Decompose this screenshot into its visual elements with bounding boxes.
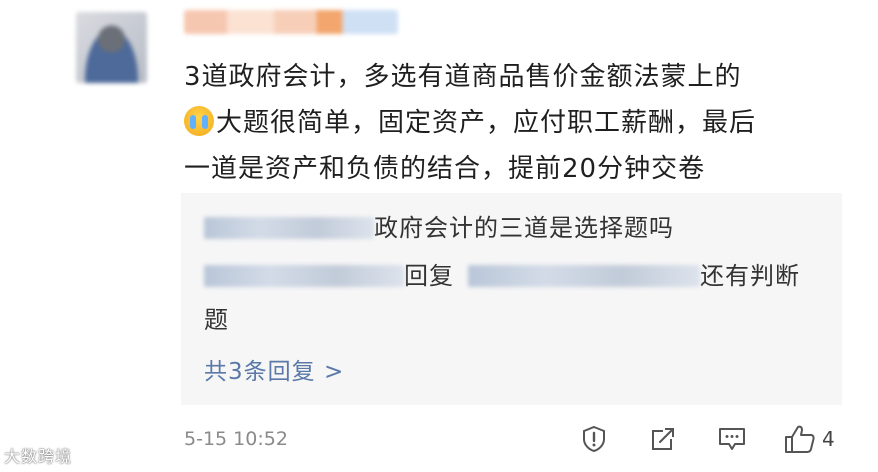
comment-icon: [719, 428, 745, 450]
like-button[interactable]: 4: [784, 424, 835, 454]
share-icon: [652, 428, 674, 450]
report-icon: [583, 425, 605, 453]
reply-text-continued: 题: [204, 306, 229, 334]
like-count: 4: [822, 427, 835, 451]
reply-author-blurred[interactable]: [204, 217, 374, 239]
like-icon: [785, 425, 815, 453]
comment-timestamp: 5-15 10:52: [184, 428, 288, 450]
reply-item[interactable]: 回复 还有判断 题: [204, 254, 824, 342]
reply-target-blurred[interactable]: [468, 265, 700, 287]
report-button[interactable]: [580, 424, 608, 454]
username-blurred[interactable]: [184, 10, 398, 34]
comment-button[interactable]: [717, 424, 747, 454]
comment-body: 3道政府会计，多选有道商品售价金额法蒙上的 大题很简单，固定资产，应付职工薪酬，…: [184, 54, 844, 192]
reply-text: 政府会计的三道是选择题吗: [374, 214, 674, 242]
crying-face-emoji-icon: [184, 106, 214, 136]
reply-author-blurred[interactable]: [204, 265, 404, 287]
reply-verb: 回复: [404, 262, 454, 290]
reply-text: 还有判断: [700, 262, 800, 290]
comment-line: 3道政府会计，多选有道商品售价金额法蒙上的: [184, 62, 742, 92]
user-avatar[interactable]: [76, 12, 147, 83]
comment-line: 一道是资产和负债的结合，提前20分钟交卷: [184, 154, 706, 184]
watermark-logo: 大数跨境: [4, 447, 73, 466]
comment-line-with-emoji: 大题很简单，固定资产，应付职工薪酬，最后: [184, 100, 844, 146]
view-more-replies-link[interactable]: 共3条回复 >: [204, 352, 344, 386]
share-button[interactable]: [649, 424, 677, 454]
reply-item[interactable]: 政府会计的三道是选择题吗: [204, 206, 824, 250]
